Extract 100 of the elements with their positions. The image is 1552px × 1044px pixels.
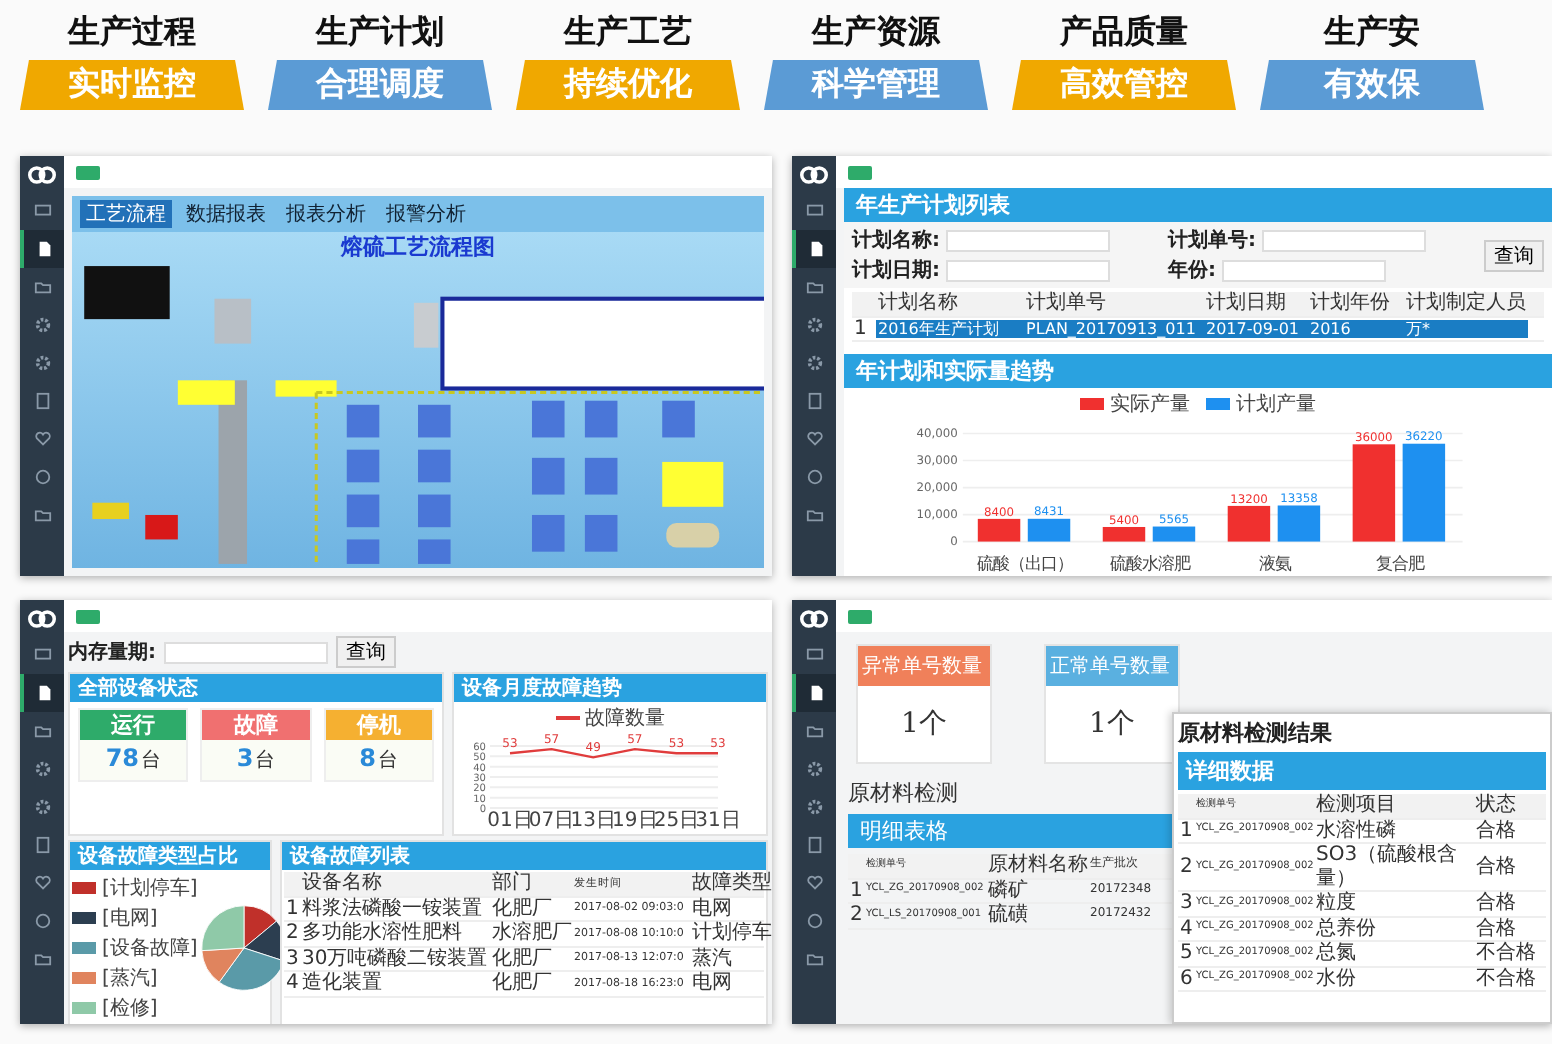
legend-label: [蒸汽] <box>102 965 158 992</box>
input-field[interactable] <box>1222 259 1386 281</box>
tab[interactable]: 数据报表 <box>180 200 272 228</box>
feature-banner: 高效管控 <box>1012 60 1236 110</box>
logo-icon <box>28 166 56 184</box>
feature-title: 生产工艺 <box>564 12 692 54</box>
table-cell-text: SO3（硫酸根含量） <box>1314 844 1460 890</box>
count-value: 1个 <box>1089 706 1135 742</box>
status-count: 78 <box>105 744 140 772</box>
tab[interactable]: 工艺流程 <box>80 200 172 228</box>
folder-icon <box>33 506 51 524</box>
table-cell-text: 合格 <box>1474 819 1518 842</box>
date-field[interactable] <box>164 641 328 663</box>
monitor-icon <box>33 646 51 664</box>
search-button[interactable]: 查询 <box>1484 239 1544 271</box>
legend-label: 计划产量 <box>1236 391 1316 419</box>
tab[interactable]: 报警分析 <box>380 200 472 228</box>
category-label: 复合肥 <box>1376 553 1425 574</box>
input-field[interactable] <box>946 259 1110 281</box>
file-icon <box>35 240 53 258</box>
doc-icon <box>33 392 51 410</box>
column-header: 设备名称 <box>300 872 384 895</box>
legend-label: [计划停车] <box>102 875 198 902</box>
feature-banner: 持续优化 <box>516 60 740 110</box>
unit-label: 台 <box>255 747 276 774</box>
field-label: 计划名称: <box>852 227 940 254</box>
column-header: 计划单号 <box>1024 292 1108 315</box>
dialog-title: 原材料检测结果 <box>1178 718 1334 748</box>
category-label: 液氨 <box>1259 553 1292 574</box>
sidebar-item[interactable] <box>792 230 836 268</box>
table-row[interactable]: 2016年生产计划 PLAN_20170913_011 2017-09-01 2016 万* <box>876 319 1528 338</box>
row-number: 4 <box>284 972 300 995</box>
folder-icon <box>33 950 51 968</box>
status-label: 故障 <box>202 710 310 740</box>
card-header: 全部设备状态 <box>70 674 442 702</box>
column-header: 计划名称 <box>876 292 960 315</box>
axis-tick-label: 19日 <box>612 810 658 832</box>
section-header: 明细表格 <box>848 814 1172 848</box>
status-label: 停机 <box>325 710 432 740</box>
field-label: 内存量期: <box>68 639 156 666</box>
table-cell-text: 化肥厂 <box>490 972 554 995</box>
row-number: 2 <box>848 904 864 927</box>
search-button[interactable]: 查询 <box>336 636 396 668</box>
heart-icon <box>805 874 823 892</box>
row-number: 1 <box>848 879 864 902</box>
table-cell-text: 硫磺 <box>986 904 1030 927</box>
menu-toggle-button[interactable] <box>848 165 872 179</box>
card-header: 异常单号数量 <box>858 646 990 686</box>
file-icon <box>35 684 53 702</box>
sidebar-item[interactable] <box>20 230 64 268</box>
legend-label: 实际产量 <box>1110 391 1190 419</box>
table-cell: 水溶肥厂 <box>490 922 572 945</box>
row-number: 5 <box>1178 942 1194 965</box>
menu-toggle-button[interactable] <box>76 609 100 623</box>
heart-icon <box>33 430 51 448</box>
section-header: 年生产计划列表 <box>844 188 1552 222</box>
row-number: 3 <box>1178 892 1194 915</box>
row-number: 3 <box>284 947 300 970</box>
table-cell-text: 合格 <box>1474 855 1518 879</box>
unit-label: 台 <box>378 747 398 774</box>
feature-title: 生产资源 <box>812 12 940 54</box>
folder-icon <box>33 722 51 740</box>
column-header: 计划日期 <box>1204 292 1288 315</box>
table-cell-text: 总养份 <box>1314 917 1378 940</box>
folder-icon <box>805 506 823 524</box>
sidebar-item[interactable] <box>20 674 64 712</box>
table-cell-text: 多功能水溶性肥料 <box>300 922 464 945</box>
sidebar-item[interactable] <box>792 674 836 712</box>
row-number: 2 <box>284 922 300 945</box>
menu-toggle-button[interactable] <box>848 609 872 623</box>
legend-label: [检修] <box>102 995 158 1022</box>
section-title: 原材料检测 <box>848 778 958 808</box>
field-label: 计划单号: <box>1168 227 1256 254</box>
field-label: 年份: <box>1168 257 1216 284</box>
tab[interactable]: 报表分析 <box>280 200 372 228</box>
column-header: 检测项目 <box>1314 794 1398 817</box>
table-cell: 30万吨磷酸二铵装置 <box>300 947 490 970</box>
logo-icon <box>28 610 56 628</box>
table-cell: 计划停车 <box>690 922 772 945</box>
legend-label: 故障数量 <box>585 705 665 732</box>
category-label: 硫酸水溶肥 <box>1110 553 1191 574</box>
diagram-title: 熔硫工艺流程图 <box>341 232 495 262</box>
card-header: 正常单号数量 <box>1046 646 1178 686</box>
table-cell-text: 水溶性磷 <box>1314 819 1398 842</box>
monitor-icon <box>33 202 51 220</box>
table-cell-text: 电网 <box>690 897 734 920</box>
input-field[interactable] <box>1262 229 1426 251</box>
row-number: 6 <box>1178 967 1194 990</box>
card-header: 设备故障列表 <box>282 842 766 870</box>
table-cell-text: 磷矿 <box>986 879 1030 902</box>
menu-toggle-button[interactable] <box>76 165 100 179</box>
column-header: 原材料名称 <box>986 854 1088 877</box>
table-cell-text: 料浆法磷酸一铵装置 <box>300 897 484 920</box>
input-field[interactable] <box>946 229 1110 251</box>
status-count: 3 <box>236 744 254 772</box>
column-header: 计划制定人员 <box>1404 292 1528 315</box>
axis-tick-label: 01日 <box>487 810 533 832</box>
status-label: 运行 <box>80 710 187 740</box>
table-cell-text: 电网 <box>690 972 734 995</box>
row-number: 1 <box>852 317 869 340</box>
